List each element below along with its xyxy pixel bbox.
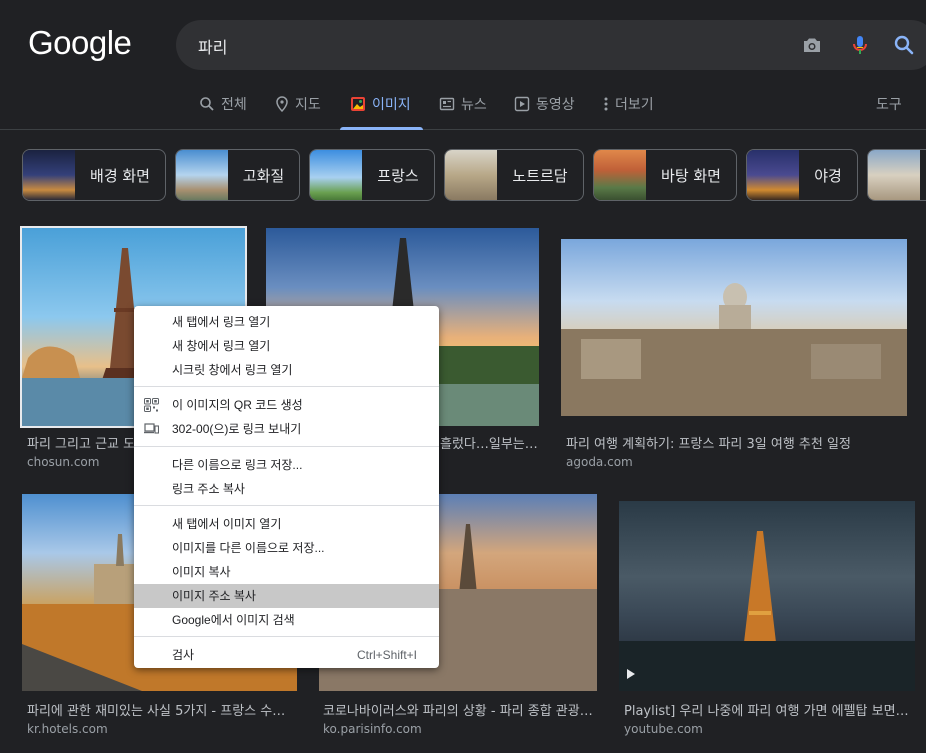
search-icon [200,97,214,111]
tab-images-label: 이미지 [372,97,411,113]
menu-divider [134,636,439,637]
menu-divider [134,386,439,387]
menu-item-open-image-new-tab[interactable]: 새 탭에서 이미지 열기 [134,512,439,536]
tab-videos-label: 동영상 [536,97,575,113]
menu-item-copy-image-address[interactable]: 이미지 주소 복사 [134,584,439,608]
tab-more[interactable]: 더보기 [603,94,654,130]
menu-item-open-link-new-tab[interactable]: 새 탭에서 링크 열기 [134,310,439,334]
tab-maps-label: 지도 [295,97,321,113]
context-menu: 새 탭에서 링크 열기 새 창에서 링크 열기 시크릿 창에서 링크 열기 이 … [134,306,439,668]
chip-thumbnail [310,150,362,200]
result-source: kr.hotels.com [27,722,108,736]
tab-tools-label: 도구 [876,97,902,113]
devices-icon [144,423,159,434]
result-source: chosun.com [27,455,100,469]
tab-videos[interactable]: 동영상 [514,94,575,130]
images-icon [351,97,365,111]
menu-item-copy-image[interactable]: 이미지 복사 [134,560,439,584]
search-tabs: 전체 지도 이미지 뉴스 동영상 더보기 도구 [0,84,926,130]
result-caption[interactable]: 파리 여행 계획하기: 프랑스 파리 3일 여행 추천 일정 [566,433,911,452]
chip-thumbnail [23,150,75,200]
result-caption[interactable]: 파리에 관한 재미있는 사실 5가지 - 프랑스 수… [27,700,299,719]
result-source: agoda.com [566,455,633,469]
map-pin-icon [276,96,288,112]
result-image[interactable] [619,501,915,691]
chip-label: 고화질 [242,166,285,185]
tab-news-label: 뉴스 [461,97,487,113]
menu-item-save-image-as[interactable]: 이미지를 다른 이름으로 저장... [134,536,439,560]
menu-item-copy-link-address[interactable]: 링크 주소 복사 [134,477,439,501]
menu-item-search-image-google[interactable]: Google에서 이미지 검색 [134,608,439,632]
chip-arc-de-triomphe[interactable] [867,149,926,201]
chip-label: 노트르담 [512,166,568,185]
eiffel-tower-night-image [619,531,915,691]
search-icon[interactable] [892,33,916,57]
menu-divider [134,446,439,447]
news-icon [439,97,455,111]
chip-thumbnail [176,150,228,200]
tab-all-label: 전체 [221,97,247,113]
chip-thumbnail [747,150,799,200]
result-caption[interactable]: Playlist] 우리 나중에 파리 여행 가면 에펠탑 보면… [624,700,914,719]
chip-high-quality[interactable]: 고화질 [175,149,300,201]
chip-label: 야경 [814,166,842,185]
chip-wallpaper[interactable]: 배경 화면 [22,149,166,201]
chip-thumbnail [868,150,920,200]
chip-label: 바탕 화면 [661,166,721,185]
tab-all[interactable]: 전체 [199,94,247,130]
menu-item-save-link-as[interactable]: 다른 이름으로 링크 저장... [134,453,439,477]
chip-france[interactable]: 프랑스 [309,149,435,201]
chip-thumbnail [594,150,646,200]
menu-item-label: 302-00(으)로 링크 보내기 [172,422,302,436]
result-image[interactable] [561,239,907,416]
chip-night-view[interactable]: 야경 [746,149,858,201]
chip-label: 배경 화면 [90,166,150,185]
result-caption[interactable]: 흘렀다…일부는 … [440,433,539,452]
more-vert-icon [604,97,608,111]
menu-item-qr-code[interactable]: 이 이미지의 QR 코드 생성 [134,393,439,417]
tab-tools[interactable]: 도구 [876,94,902,130]
tab-images[interactable]: 이미지 [340,94,423,130]
camera-icon[interactable] [800,33,824,57]
mic-icon[interactable] [848,33,872,57]
google-logo[interactable]: Google [28,24,132,62]
menu-item-shortcut: Ctrl+Shift+I [356,648,417,662]
tab-news[interactable]: 뉴스 [439,94,487,130]
menu-item-label: 이 이미지의 QR 코드 생성 [172,398,303,412]
video-icon [514,96,530,112]
menu-item-inspect[interactable]: 검사 Ctrl+Shift+I [134,643,439,667]
result-caption[interactable]: 코로나바이러스와 파리의 상황 - 파리 종합 관광… [323,700,599,719]
menu-item-send-to-device[interactable]: 302-00(으)로 링크 보내기 [134,417,439,441]
result-source: youtube.com [624,722,703,736]
tab-more-label: 더보기 [615,97,654,113]
search-input[interactable]: 파리 [198,34,227,58]
menu-item-open-link-new-window[interactable]: 새 창에서 링크 열기 [134,334,439,358]
chip-desktop[interactable]: 바탕 화면 [593,149,737,201]
tab-maps[interactable]: 지도 [275,94,321,130]
paris-skyline-image [561,283,907,416]
qr-code-icon [144,398,159,412]
search-box[interactable]: 파리 [176,20,926,70]
menu-item-open-link-incognito[interactable]: 시크릿 창에서 링크 열기 [134,358,439,382]
chip-notre-dame[interactable]: 노트르담 [444,149,584,201]
menu-item-label: 검사 [172,648,195,662]
menu-divider [134,505,439,506]
chip-label: 프랑스 [377,166,419,185]
chip-thumbnail [445,150,497,200]
result-source: ko.parisinfo.com [323,722,422,736]
result-caption[interactable]: 파리 그리고 근교 도 [27,433,137,452]
